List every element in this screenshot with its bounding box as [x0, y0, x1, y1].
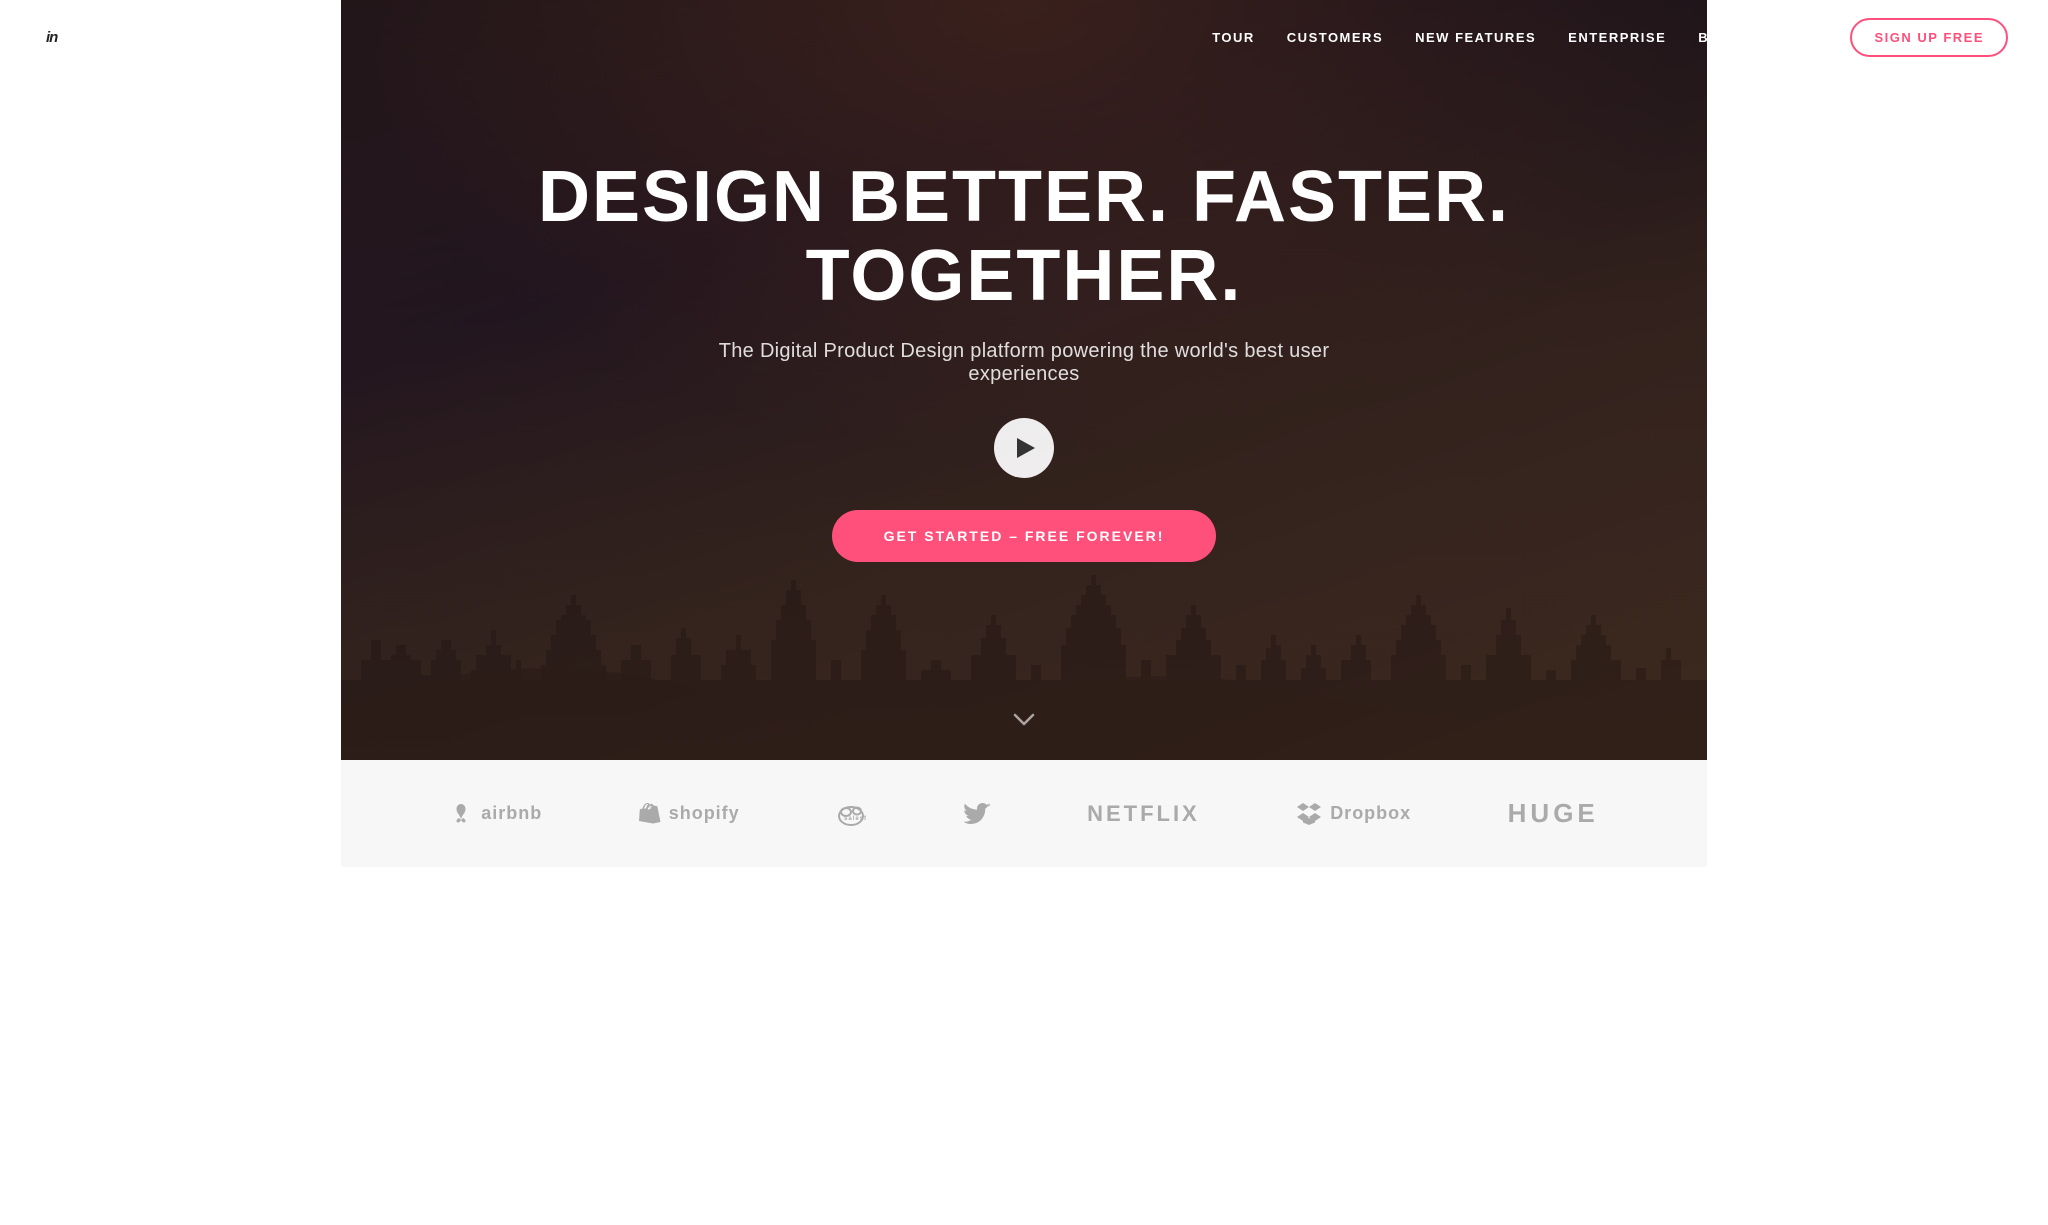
brand-netflix: NETFLIX	[1087, 801, 1200, 827]
nav-item-login[interactable]: LOGIN	[1774, 29, 1823, 47]
brand-huge: HUGE	[1508, 798, 1599, 829]
nav-link-customers[interactable]: CUSTOMERS	[1287, 30, 1383, 45]
nav-item-tour[interactable]: TOUR	[1212, 29, 1255, 47]
svg-text:salesforce: salesforce	[844, 816, 866, 822]
nav-links: TOUR CUSTOMERS NEW FEATURES ENTERPRISE B…	[1212, 29, 1822, 47]
shopify-icon	[639, 802, 661, 826]
hero-content: DESIGN BETTER. FASTER. TOGETHER. The Dig…	[474, 158, 1574, 562]
navbar: in vision TOUR CUSTOMERS NEW FEATURES EN…	[0, 0, 2048, 75]
dropbox-label: Dropbox	[1330, 803, 1411, 824]
hero-subtitle: The Digital Product Design platform powe…	[674, 340, 1374, 386]
netflix-label: NETFLIX	[1087, 801, 1200, 827]
salesforce-icon: salesforce	[836, 802, 866, 826]
play-button[interactable]	[994, 418, 1054, 478]
nav-link-new-features[interactable]: NEW FEATURES	[1415, 30, 1536, 45]
logo-in-text: in	[46, 29, 57, 46]
huge-label: HUGE	[1508, 798, 1599, 829]
shopify-label: shopify	[669, 803, 740, 824]
brand-shopify: shopify	[639, 802, 740, 826]
brand-dropbox: Dropbox	[1296, 802, 1411, 826]
nav-item-new-features[interactable]: NEW FEATURES	[1415, 29, 1536, 47]
airbnb-icon	[449, 802, 473, 826]
dropbox-icon	[1296, 802, 1322, 826]
nav-link-enterprise[interactable]: ENTERPRISE	[1568, 30, 1666, 45]
twitter-icon	[963, 802, 991, 826]
nav-link-blog[interactable]: BLOG	[1698, 30, 1742, 45]
signup-button[interactable]: SIGN UP FREE	[1850, 18, 2008, 57]
logo[interactable]: in vision	[40, 25, 130, 51]
airbnb-label: airbnb	[481, 803, 542, 824]
play-icon	[1017, 438, 1035, 458]
nav-item-enterprise[interactable]: ENTERPRISE	[1568, 29, 1666, 47]
brand-twitter	[963, 802, 991, 826]
logos-bar: airbnb shopify salesforce NETFLIX	[341, 760, 1707, 867]
nav-item-blog[interactable]: BLOG	[1698, 29, 1742, 47]
hero-section: DESIGN BETTER. FASTER. TOGETHER. The Dig…	[341, 0, 1707, 760]
scroll-indicator[interactable]	[1013, 711, 1035, 732]
brand-airbnb: airbnb	[449, 802, 542, 826]
logo-in-box: in	[40, 26, 63, 49]
hero-title: DESIGN BETTER. FASTER. TOGETHER.	[474, 158, 1574, 316]
chevron-down-icon	[1013, 713, 1035, 727]
brand-salesforce: salesforce	[836, 802, 866, 826]
get-started-button[interactable]: GET STARTED – FREE FOREVER!	[832, 510, 1217, 562]
logo-vision-text: vision	[67, 25, 129, 51]
nav-item-customers[interactable]: CUSTOMERS	[1287, 29, 1383, 47]
nav-link-tour[interactable]: TOUR	[1212, 30, 1255, 45]
nav-link-login[interactable]: LOGIN	[1774, 30, 1823, 45]
